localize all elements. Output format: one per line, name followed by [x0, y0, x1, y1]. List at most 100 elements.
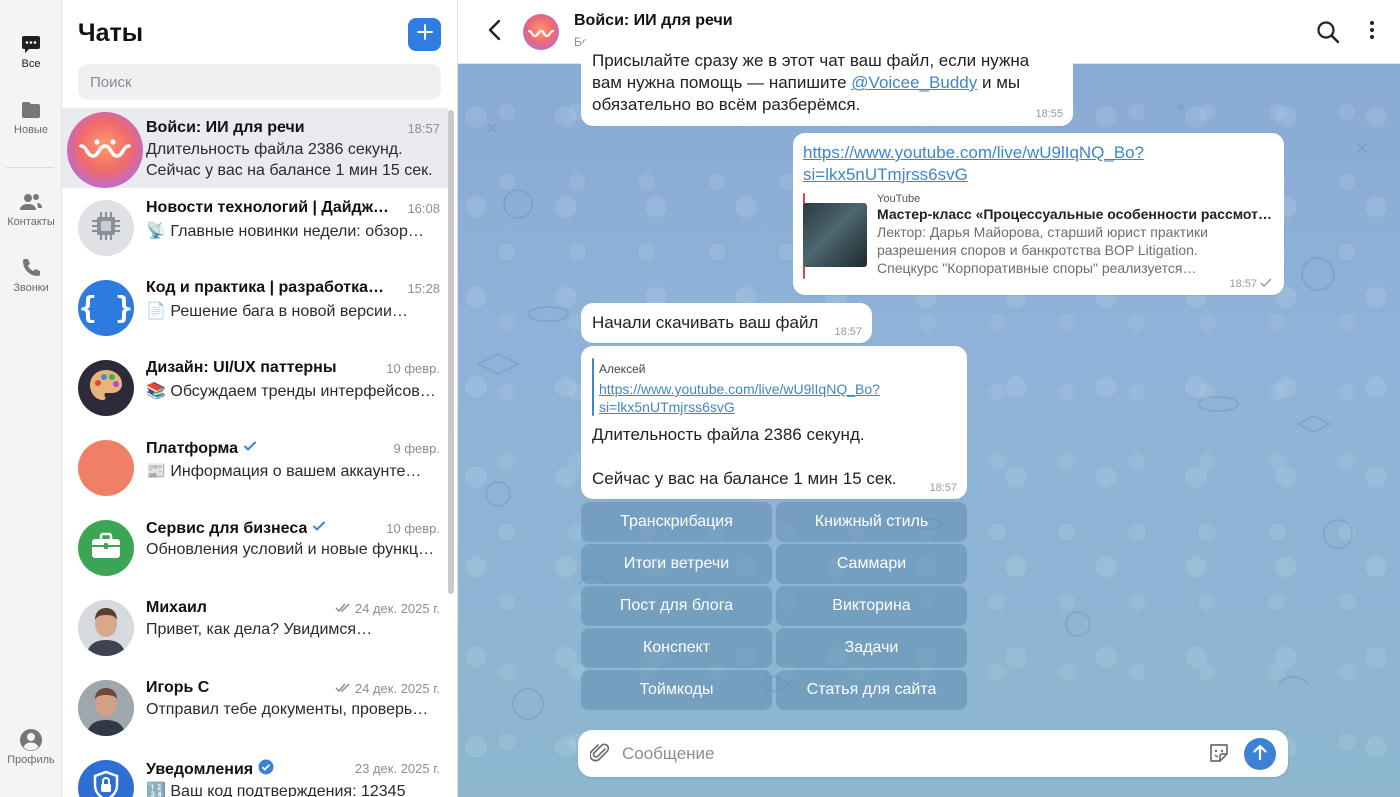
verified-check-icon	[243, 439, 257, 458]
palette-icon	[86, 366, 126, 411]
message-bubble-incoming: Присылайте сразу же в этот чат ваш файл,…	[581, 38, 1073, 126]
message-time: 18:57	[1229, 278, 1272, 290]
arrow-up-icon	[1253, 744, 1267, 765]
search-input[interactable]	[78, 64, 441, 100]
shield-lock-icon	[89, 769, 123, 797]
back-button[interactable]	[482, 19, 506, 45]
chat-item-notifications[interactable]: Уведомления 23 дек. 2025 г. 🔢 Ваш код по…	[62, 748, 448, 797]
avatar	[78, 760, 134, 797]
rail-item-all[interactable]: Все	[0, 32, 62, 70]
avatar	[78, 440, 134, 496]
rail-item-contacts[interactable]: Контакты	[0, 190, 62, 228]
phone-icon	[0, 256, 62, 280]
message-bubble-incoming: Алексей https://www.youtube.com/live/wU9…	[581, 346, 967, 499]
message-text: Сейчас у вас на балансе 1 мин 15 сек.	[592, 469, 897, 488]
message-time: 18:55	[1035, 108, 1063, 120]
keyboard-button-timecodes[interactable]: Тоймкоды	[581, 670, 772, 710]
message-composer	[578, 730, 1288, 777]
chat-time: 18:57	[407, 121, 440, 136]
rail-label: Звонки	[13, 282, 49, 294]
chat-name: Новости технологий | Дайджест…	[146, 199, 391, 216]
chat-item-mikhail[interactable]: Михаил 24 дек. 2025 г. Привет, как дела?…	[62, 588, 448, 668]
avatar: { }	[78, 280, 134, 336]
verified-check-icon	[312, 519, 326, 538]
profile-icon	[0, 728, 62, 752]
chat-name: Войси: ИИ для речи	[146, 119, 305, 136]
chat-item-tech-news[interactable]: Новости технологий | Дайджест… 16:08 📡 Г…	[62, 188, 448, 268]
reply-quote[interactable]: https://www.youtube.com/live/wU9lIqNQ_Bo…	[599, 380, 880, 416]
rail-label: Все	[21, 58, 41, 70]
search-icon	[1316, 21, 1340, 48]
reply-author[interactable]: Алексей	[599, 362, 645, 376]
preview-description: Спецкурс "Корпоративные споры" реализует…	[877, 260, 1197, 276]
plus-icon	[416, 24, 433, 45]
chat-name: Сервис для бизнеса	[146, 519, 391, 538]
video-thumbnail[interactable]	[803, 203, 867, 267]
chat-preview: 📚 Обсуждаем тренды интерфейсов…	[146, 383, 436, 400]
chip-icon	[89, 209, 123, 248]
chat-preview: Отправил тебе документы, проверь…	[146, 701, 429, 718]
keyboard-button-tasks[interactable]: Задачи	[776, 628, 967, 668]
keyboard-button-meeting-summary[interactable]: Итоги ветречи	[581, 544, 772, 584]
chat-list-panel: Чаты Войси: ИИ для речи 18:57 Длительнос…	[62, 0, 458, 797]
chat-item-business[interactable]: Сервис для бизнеса 10 февр. Обновления у…	[62, 508, 448, 588]
verified-badge-icon	[258, 759, 274, 780]
message-time: 18:57	[834, 326, 862, 338]
message-text: Начали скачивать ваш файл	[592, 313, 819, 332]
message-input[interactable]	[622, 740, 1192, 767]
chat-time: 10 февр.	[386, 361, 440, 376]
more-button[interactable]	[1362, 20, 1382, 44]
attach-button[interactable]	[589, 741, 614, 767]
message-text: Присылайте сразу же в этот чат ваш файл,…	[592, 51, 1030, 70]
chat-time: 10 февр.	[386, 521, 440, 536]
left-rail: Все Новые Контакты Звонки Профиль	[0, 0, 62, 797]
briefcase-icon	[89, 531, 123, 566]
chat-time: 16:08	[407, 201, 440, 216]
chat-item-voicee[interactable]: Войси: ИИ для речи 18:57 Длительность фа…	[62, 108, 448, 188]
preview-title[interactable]: Мастер-класс «Процессуальные особенности…	[877, 206, 1277, 222]
rail-item-profile[interactable]: Профиль	[0, 728, 62, 766]
send-button[interactable]	[1244, 738, 1276, 770]
chat-bubble-icon	[0, 32, 62, 56]
avatar	[78, 200, 134, 256]
rail-item-new[interactable]: Новые	[0, 98, 62, 136]
reply-accent-bar	[592, 358, 594, 416]
keyboard-button-quiz[interactable]: Викторина	[776, 586, 967, 626]
chat-name: Дизайн: UI/UX паттерны	[146, 359, 337, 376]
keyboard-button-book-style[interactable]: Книжный стиль	[776, 502, 967, 542]
preview-site: YouTube	[877, 193, 921, 205]
chat-item-platform[interactable]: Платформа 9 февр. 📰 Информация о вашем а…	[62, 428, 448, 508]
message-link[interactable]: https://www.youtube.com/live/wU9lIqNQ_Bo…	[803, 142, 1144, 186]
new-chat-button[interactable]	[408, 18, 441, 51]
rail-item-calls[interactable]: Звонки	[0, 256, 62, 294]
chat-preview: Обновления условий и новые функции…	[146, 541, 438, 558]
chat-list: Войси: ИИ для речи 18:57 Длительность фа…	[62, 108, 448, 797]
chat-list-scrollbar[interactable]	[448, 110, 454, 594]
chat-area: Войси: ИИ для речи Бот Присылайте сразу …	[458, 0, 1400, 797]
mention-link[interactable]: @Voicee_Buddy	[851, 73, 977, 92]
chat-search-button[interactable]	[1316, 20, 1340, 44]
page-title: Чаты	[78, 19, 144, 47]
keyboard-button-notes[interactable]: Конспект	[581, 628, 772, 668]
keyboard-button-site-article[interactable]: Статья для сайта	[776, 670, 967, 710]
chat-avatar[interactable]	[523, 14, 559, 50]
check-icon	[1260, 278, 1272, 290]
chevron-left-icon	[487, 19, 501, 46]
keyboard-button-blog-post[interactable]: Пост для блога	[581, 586, 772, 626]
chat-time: 23 дек. 2025 г.	[354, 761, 440, 776]
chat-item-design[interactable]: Дизайн: UI/UX паттерны 10 февр. 📚 Обсужд…	[62, 348, 448, 428]
chat-preview: 📄 Решение бага в новой версии…	[146, 303, 408, 320]
keyboard-button-summary[interactable]: Саммари	[776, 544, 967, 584]
sticker-button[interactable]	[1208, 742, 1232, 766]
avatar	[78, 520, 134, 576]
avatar	[78, 680, 134, 736]
message-text: обязательно во всём разберёмся.	[592, 95, 861, 114]
avatar	[78, 360, 134, 416]
chat-preview-line2: Сейчас у вас на балансе 1 мин 15 сек.	[146, 162, 433, 179]
rail-label: Профиль	[7, 754, 55, 766]
chat-time: 15:28	[407, 281, 440, 296]
rail-label: Контакты	[7, 216, 55, 228]
chat-item-code[interactable]: { } Код и практика | разработка… 15:28 📄…	[62, 268, 448, 348]
chat-item-igor[interactable]: Игорь С 24 дек. 2025 г. Отправил тебе до…	[62, 668, 448, 748]
keyboard-button-transcription[interactable]: Транскрибация	[581, 502, 772, 542]
